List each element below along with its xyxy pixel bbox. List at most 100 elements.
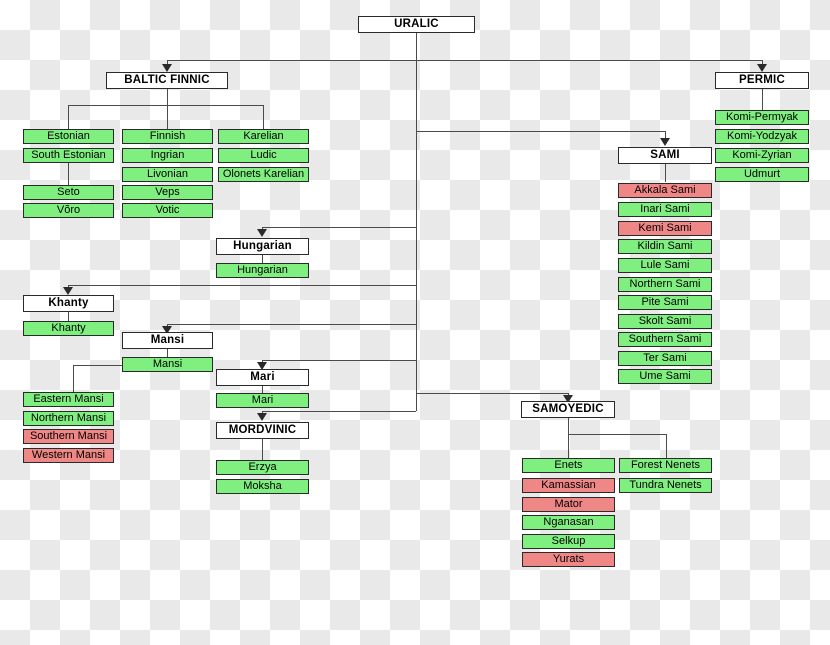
node-komi-zyrian-label: Komi-Zyrian <box>732 149 792 161</box>
node-eastern-mansi-label: Eastern Mansi <box>33 393 104 405</box>
node-akkala-sami-label: Akkala Sami <box>634 184 696 196</box>
node-khanty-group[interactable]: Khanty <box>23 295 114 312</box>
node-udmurt[interactable]: Udmurt <box>715 167 809 182</box>
node-western-mansi[interactable]: Western Mansi <box>23 448 114 463</box>
node-kemi-sami[interactable]: Kemi Sami <box>618 221 712 236</box>
edge-mansi-varieties-vertical <box>73 365 74 392</box>
node-yurats-label: Yurats <box>552 553 585 565</box>
node-sami-label: SAMI <box>650 148 680 161</box>
node-western-mansi-label: Western Mansi <box>31 449 106 461</box>
node-moksha-label: Moksha <box>243 480 282 492</box>
node-ter-sami[interactable]: Ter Sami <box>618 351 712 366</box>
node-ume-sami-label: Ume Sami <box>639 370 691 382</box>
node-voro-label: Võro <box>56 204 81 216</box>
node-northern-mansi[interactable]: Northern Mansi <box>23 411 114 426</box>
edge-baltic-finnic-to-finnish <box>167 105 168 129</box>
arrow-sami <box>660 138 670 146</box>
node-samoyedic[interactable]: SAMOYEDIC <box>521 401 615 418</box>
node-kamassian-label: Kamassian <box>541 479 596 491</box>
node-southern-sami-label: Southern Sami <box>628 333 702 345</box>
node-voro[interactable]: Võro <box>23 203 114 218</box>
node-ludic[interactable]: Ludic <box>218 148 309 163</box>
node-ingrian[interactable]: Ingrian <box>122 148 213 163</box>
edge-uralic-permic-horizontal <box>416 60 762 61</box>
node-mari-language[interactable]: Mari <box>216 393 309 408</box>
node-hungarian-language[interactable]: Hungarian <box>216 263 309 278</box>
node-komi-permyak[interactable]: Komi-Permyak <box>715 110 809 125</box>
node-moksha[interactable]: Moksha <box>216 479 309 494</box>
node-baltic-finnic[interactable]: BALTIC FINNIC <box>106 72 228 89</box>
node-livonian[interactable]: Livonian <box>122 167 213 182</box>
node-udmurt-label: Udmurt <box>743 168 781 180</box>
node-uralic[interactable]: URALIC <box>358 16 475 33</box>
node-enets[interactable]: Enets <box>522 458 615 473</box>
node-khanty-language[interactable]: Khanty <box>23 321 114 336</box>
node-karelian[interactable]: Karelian <box>218 129 309 144</box>
node-akkala-sami[interactable]: Akkala Sami <box>618 183 712 198</box>
node-olonets-karelian-label: Olonets Karelian <box>222 168 305 180</box>
node-komi-yodzyak[interactable]: Komi-Yodzyak <box>715 129 809 144</box>
node-kildin-sami-label: Kildin Sami <box>637 240 693 252</box>
node-southern-mansi[interactable]: Southern Mansi <box>23 429 114 444</box>
edge-uralic-mordvinic-horizontal <box>262 411 416 412</box>
node-sami[interactable]: SAMI <box>618 147 712 164</box>
node-mansi-group-label: Mansi <box>150 333 185 346</box>
node-inari-sami[interactable]: Inari Sami <box>618 202 712 217</box>
node-olonets-karelian[interactable]: Olonets Karelian <box>218 167 309 182</box>
node-enets-label: Enets <box>554 459 583 471</box>
node-finnish[interactable]: Finnish <box>122 129 213 144</box>
node-forest-nenets[interactable]: Forest Nenets <box>619 458 712 473</box>
node-ume-sami[interactable]: Ume Sami <box>618 369 712 384</box>
edge-samoyedic-to-forest-nenets <box>666 434 667 458</box>
node-south-estonian[interactable]: South Estonian <box>23 148 114 163</box>
node-veps[interactable]: Veps <box>122 185 213 200</box>
node-pite-sami-label: Pite Sami <box>641 296 689 308</box>
node-northern-sami-label: Northern Sami <box>629 278 701 290</box>
node-mansi-group[interactable]: Mansi <box>122 332 213 349</box>
node-seto[interactable]: Seto <box>23 185 114 200</box>
node-southern-sami[interactable]: Southern Sami <box>618 332 712 347</box>
node-hungarian-group-label: Hungarian <box>233 239 292 252</box>
node-nganasan-label: Nganasan <box>543 516 594 528</box>
node-mari-group[interactable]: Mari <box>216 369 309 386</box>
edge-uralic-sami-horizontal <box>416 131 665 132</box>
node-mordvinic[interactable]: MORDVINIC <box>216 422 309 439</box>
node-kildin-sami[interactable]: Kildin Sami <box>618 239 712 254</box>
node-veps-label: Veps <box>155 186 180 198</box>
node-lule-sami-label: Lule Sami <box>640 259 690 271</box>
node-yurats[interactable]: Yurats <box>522 552 615 567</box>
node-hungarian-group[interactable]: Hungarian <box>216 238 309 255</box>
edge-baltic-finnic-bus <box>68 105 264 106</box>
node-hungarian-language-label: Hungarian <box>237 264 288 276</box>
trunk-uralic-vertical <box>416 33 417 411</box>
node-tundra-nenets[interactable]: Tundra Nenets <box>619 478 712 493</box>
node-erzya[interactable]: Erzya <box>216 460 309 475</box>
node-southern-mansi-label: Southern Mansi <box>29 430 108 442</box>
node-northern-sami[interactable]: Northern Sami <box>618 277 712 292</box>
node-skolt-sami-label: Skolt Sami <box>638 315 692 327</box>
node-forest-nenets-label: Forest Nenets <box>630 459 701 471</box>
node-mator[interactable]: Mator <box>522 497 615 512</box>
node-kamassian[interactable]: Kamassian <box>522 478 615 493</box>
node-permic[interactable]: PERMIC <box>715 72 809 89</box>
arrow-baltic-finnic <box>162 64 172 72</box>
node-lule-sami[interactable]: Lule Sami <box>618 258 712 273</box>
edge-samoyedic-stem <box>568 418 569 434</box>
node-mordvinic-label: MORDVINIC <box>228 423 297 436</box>
node-selkup[interactable]: Selkup <box>522 534 615 549</box>
node-nganasan[interactable]: Nganasan <box>522 515 615 530</box>
node-pite-sami[interactable]: Pite Sami <box>618 295 712 310</box>
edge-uralic-mari-horizontal <box>262 360 416 361</box>
node-finnish-label: Finnish <box>149 130 186 142</box>
node-komi-permyak-label: Komi-Permyak <box>725 111 799 123</box>
node-mansi-language[interactable]: Mansi <box>122 357 213 372</box>
node-mari-language-label: Mari <box>251 394 274 406</box>
node-khanty-language-label: Khanty <box>51 322 86 334</box>
node-estonian[interactable]: Estonian <box>23 129 114 144</box>
edge-mansi-varieties-horizontal <box>73 365 123 366</box>
node-skolt-sami[interactable]: Skolt Sami <box>618 314 712 329</box>
node-komi-zyrian[interactable]: Komi-Zyrian <box>715 148 809 163</box>
node-votic[interactable]: Votic <box>122 203 213 218</box>
edge-sami-stem <box>665 164 666 182</box>
node-eastern-mansi[interactable]: Eastern Mansi <box>23 392 114 407</box>
